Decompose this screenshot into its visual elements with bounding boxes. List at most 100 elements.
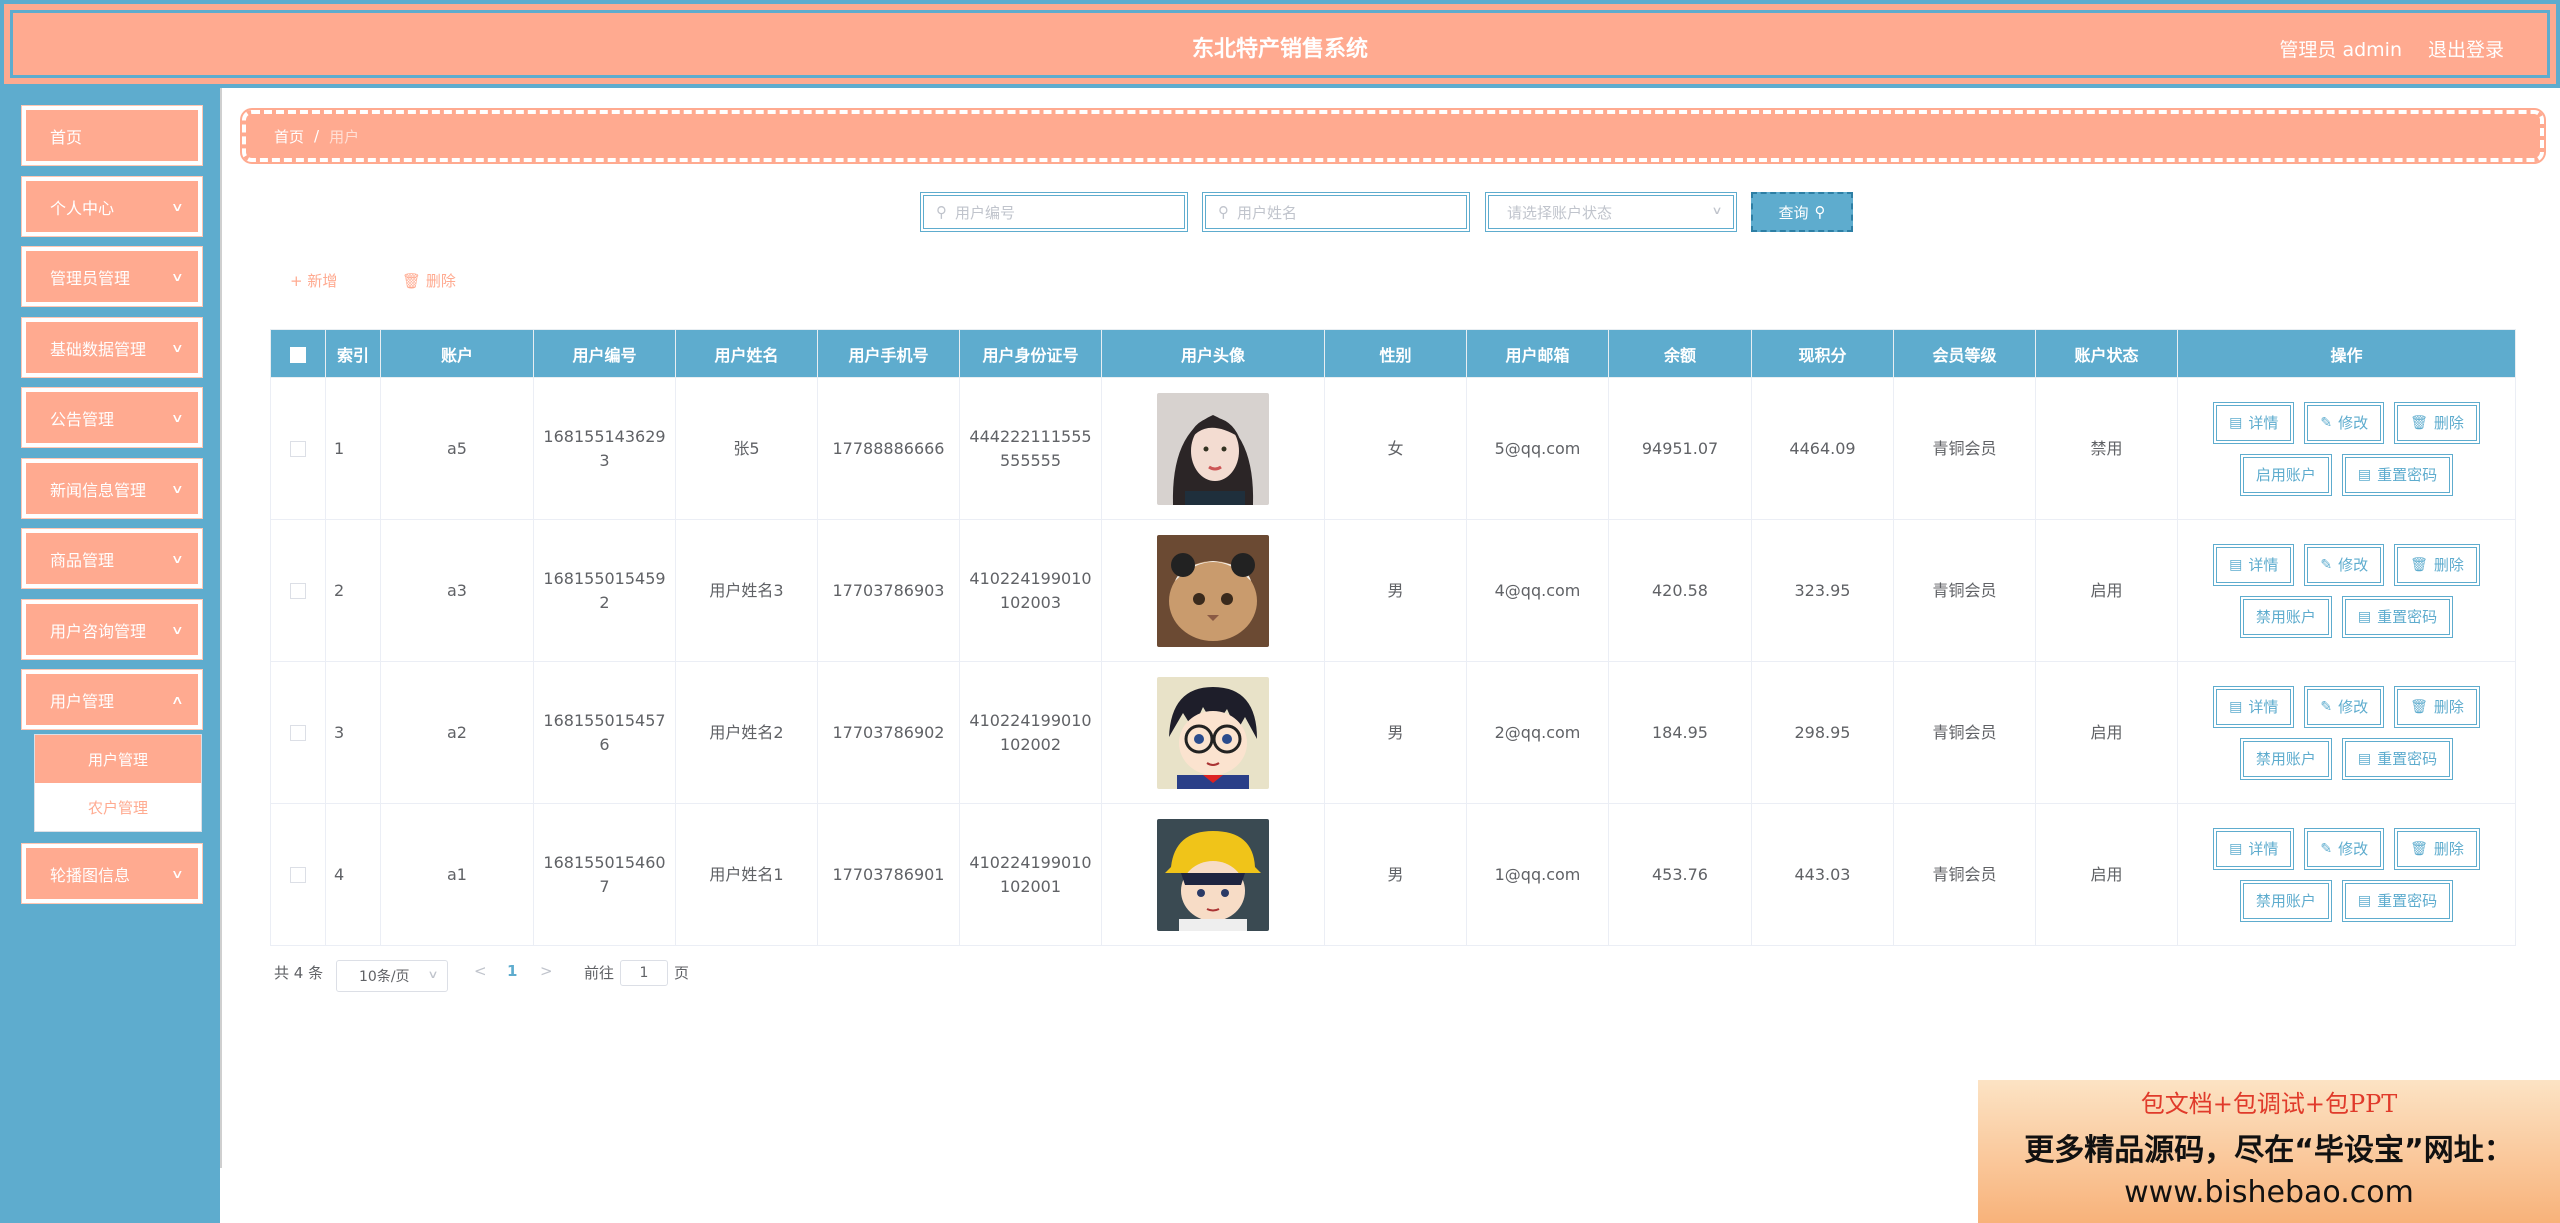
- sidebar-item-label: 基础数据管理: [50, 339, 147, 359]
- delete-label: 删除: [2433, 697, 2464, 716]
- goto-page-input[interactable]: 1: [620, 960, 668, 986]
- delete-label: 删除: [2433, 413, 2464, 432]
- sidebar-item-admin-management[interactable]: 管理员管理 ∨: [22, 247, 202, 306]
- watermark-line-1: 包文档+包调试+包PPT: [2140, 1090, 2398, 1118]
- page-number-current[interactable]: 1: [507, 962, 517, 980]
- logout-link[interactable]: 退出登录: [2428, 35, 2504, 62]
- sidebar-item-user-management[interactable]: 用户管理 ∧: [22, 670, 202, 729]
- app-title: 东北特产销售系统: [1191, 37, 1368, 62]
- row-checkbox[interactable]: [290, 725, 306, 741]
- detail-button[interactable]: ▤ 详情: [2213, 401, 2295, 444]
- reset-password-button[interactable]: ▤ 重置密码: [2341, 737, 2454, 780]
- sidebar-item-news[interactable]: 新闻信息管理 ∨: [22, 459, 202, 518]
- sidebar-item-home[interactable]: 首页: [22, 106, 202, 165]
- chevron-down-icon: ∨: [171, 623, 185, 637]
- edit-button[interactable]: ✎ 修改: [2304, 827, 2385, 870]
- table-row: 2 a3 1681550154592 用户姓名3 17703786903 410…: [270, 519, 2516, 662]
- document-icon: ▤: [2229, 698, 2243, 715]
- cell-phone: 17788886666: [817, 377, 960, 520]
- cell-gender: 男: [1324, 803, 1467, 946]
- row-checkbox[interactable]: [290, 583, 306, 599]
- cell-points: 443.03: [1751, 803, 1894, 946]
- toggle-account-button[interactable]: 启用账户: [2239, 453, 2332, 496]
- reset-password-button[interactable]: ▤ 重置密码: [2341, 453, 2454, 496]
- cell-account-status: 禁用: [2035, 377, 2178, 520]
- edit-button[interactable]: ✎ 修改: [2304, 543, 2385, 586]
- delete-label: 删除: [2433, 839, 2464, 858]
- reset-password-button[interactable]: ▤ 重置密码: [2341, 595, 2454, 638]
- toggle-account-button[interactable]: 禁用账户: [2239, 595, 2332, 638]
- delete-button[interactable]: 🗑 删除: [2394, 401, 2480, 444]
- submenu-item-users[interactable]: 用户管理: [35, 735, 201, 783]
- sidebar-item-carousel[interactable]: 轮播图信息 ∨: [22, 844, 202, 903]
- cell-gender: 男: [1324, 661, 1467, 804]
- delete-button[interactable]: 🗑 删除: [2394, 543, 2480, 586]
- next-page-button[interactable]: >: [540, 962, 553, 980]
- cell-avatar: [1101, 377, 1325, 520]
- sidebar-item-goods[interactable]: 商品管理 ∨: [22, 529, 202, 588]
- detail-button[interactable]: ▤ 详情: [2213, 685, 2295, 728]
- cell-id-card: 444222111555555555: [959, 377, 1102, 520]
- row-checkbox[interactable]: [290, 441, 306, 457]
- toggle-label: 启用账户: [2255, 465, 2316, 484]
- toggle-account-button[interactable]: 禁用账户: [2239, 879, 2332, 922]
- detail-label: 详情: [2248, 839, 2279, 858]
- chevron-down-icon: ∨: [427, 968, 439, 981]
- cell-balance: 94951.07: [1608, 377, 1752, 520]
- cell-email: 1@qq.com: [1466, 803, 1609, 946]
- detail-button[interactable]: ▤ 详情: [2213, 827, 2295, 870]
- account-status-select[interactable]: 请选择账户状态 ∨: [1485, 192, 1737, 232]
- reset-password-button[interactable]: ▤ 重置密码: [2341, 879, 2454, 922]
- sidebar-item-personal-center[interactable]: 个人中心 ∨: [22, 177, 202, 236]
- trash-icon: 🗑: [2410, 840, 2428, 857]
- batch-delete-button[interactable]: 🗑 删除: [402, 270, 456, 291]
- search-icon: ⚲: [1814, 203, 1826, 221]
- plus-icon: +: [290, 272, 308, 290]
- breadcrumb-separator: /: [314, 127, 320, 145]
- cell-balance: 184.95: [1608, 661, 1752, 804]
- column-header: 操作: [2177, 329, 2516, 378]
- delete-button[interactable]: 🗑 删除: [2394, 685, 2480, 728]
- cell-user-name: 用户姓名2: [675, 661, 818, 804]
- cell-points: 323.95: [1751, 519, 1894, 662]
- breadcrumb-home[interactable]: 首页: [274, 126, 304, 147]
- column-header: 会员等级: [1893, 329, 2036, 378]
- sidebar-item-base-data[interactable]: 基础数据管理 ∨: [22, 318, 202, 377]
- sidebar-item-label: 公告管理: [50, 409, 115, 429]
- add-button[interactable]: + 新增: [290, 270, 337, 291]
- cell-email: 4@qq.com: [1466, 519, 1609, 662]
- detail-button[interactable]: ▤ 详情: [2213, 543, 2295, 586]
- row-checkbox[interactable]: [290, 867, 306, 883]
- column-header: 用户姓名: [675, 329, 818, 378]
- cell-avatar: [1101, 519, 1325, 662]
- edit-button[interactable]: ✎ 修改: [2304, 401, 2385, 444]
- search-placeholder: 用户姓名: [1237, 203, 1298, 222]
- page-size-select[interactable]: 10条/页 ∨: [336, 960, 448, 992]
- select-all-header[interactable]: [270, 329, 326, 378]
- delete-button[interactable]: 🗑 删除: [2394, 827, 2480, 870]
- toggle-account-button[interactable]: 禁用账户: [2239, 737, 2332, 780]
- sidebar-item-label: 用户管理: [50, 691, 115, 711]
- select-all-checkbox[interactable]: [290, 346, 306, 363]
- user-name-search-input[interactable]: ⚲ 用户姓名: [1202, 192, 1470, 232]
- top-bar: 东北特产销售系统 管理员 admin 退出登录: [0, 0, 2560, 88]
- prev-page-button[interactable]: <: [474, 962, 487, 980]
- document-icon: ▤: [2229, 840, 2243, 857]
- sidebar-item-notice[interactable]: 公告管理 ∨: [22, 388, 202, 447]
- chevron-down-icon: ∨: [171, 341, 185, 355]
- user-code-search-input[interactable]: ⚲ 用户编号: [920, 192, 1188, 232]
- sidebar-item-consult[interactable]: 用户咨询管理 ∨: [22, 600, 202, 659]
- toggle-label: 禁用账户: [2255, 891, 2316, 910]
- edit-button[interactable]: ✎ 修改: [2304, 685, 2385, 728]
- add-label: 新增: [307, 272, 338, 290]
- submenu-item-farmers[interactable]: 农户管理: [35, 783, 201, 831]
- cell-user-name: 张5: [675, 377, 818, 520]
- edit-label: 修改: [2338, 697, 2369, 716]
- search-button[interactable]: 查询 ⚲: [1751, 192, 1853, 232]
- cell-index: 2: [325, 519, 381, 662]
- cell-id-card: 410224199010102003: [959, 519, 1102, 662]
- cell-member-level: 青铜会员: [1893, 803, 2036, 946]
- chevron-down-icon: ∨: [1711, 204, 1723, 217]
- delete-label: 删除: [2433, 555, 2464, 574]
- column-header: 余额: [1608, 329, 1752, 378]
